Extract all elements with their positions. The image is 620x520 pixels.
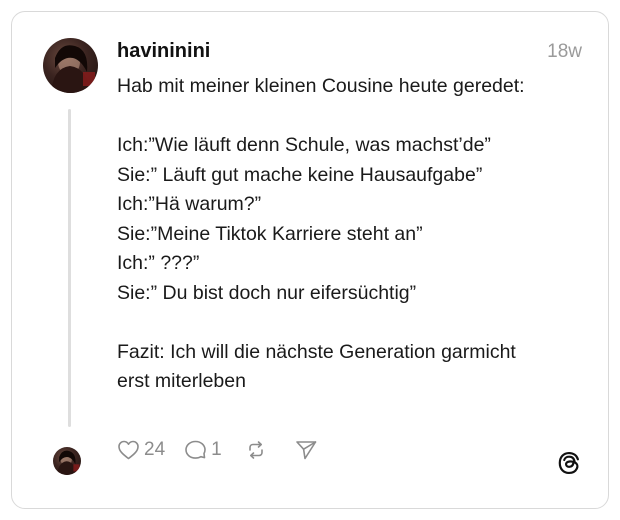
post-line: Ich:”Wie läuft denn Schule, was machst’d… [117, 134, 491, 156]
like-button[interactable]: 24 [116, 438, 165, 462]
repost-icon [244, 438, 268, 462]
post-timestamp: 18w [547, 41, 582, 62]
repost-button[interactable] [244, 438, 268, 462]
post-text: Hab mit meiner kleinen Cousine heute ger… [117, 72, 597, 397]
heart-icon [116, 438, 141, 462]
post-line: Sie:”Meine Tiktok Karriere steht an” [117, 222, 423, 245]
post-line: Ich:”Hä warum?” [117, 193, 262, 215]
post-actions: 24 1 [116, 434, 318, 466]
threads-logo-icon[interactable] [556, 450, 582, 476]
post-line: Sie:” Läuft gut mache keine Hausaufgabe” [117, 163, 483, 186]
reply-count: 1 [211, 439, 222, 460]
send-icon [294, 438, 318, 462]
author-username[interactable]: havininini [117, 40, 210, 63]
post-line: Sie:” Du bist doch nur eifersüchtig” [117, 281, 417, 304]
like-count: 24 [144, 439, 166, 460]
post-line [117, 102, 597, 132]
reply-avatar[interactable] [53, 447, 81, 475]
share-button[interactable] [294, 438, 318, 462]
author-avatar[interactable] [43, 38, 98, 93]
post-line: Hab mit meiner kleinen Cousine heute ger… [117, 75, 525, 97]
reply-button[interactable]: 1 [183, 438, 222, 462]
post-line: erst miterleben [117, 370, 246, 392]
post-line: Fazit: Ich will die nächste Generation g… [117, 340, 516, 363]
thread-line [68, 109, 71, 427]
post-card: havininini 18w Hab mit meiner kleinen Co… [11, 11, 609, 509]
post-line: Ich:” ???” [117, 252, 200, 274]
comment-icon [183, 438, 208, 462]
post-line [117, 308, 597, 338]
